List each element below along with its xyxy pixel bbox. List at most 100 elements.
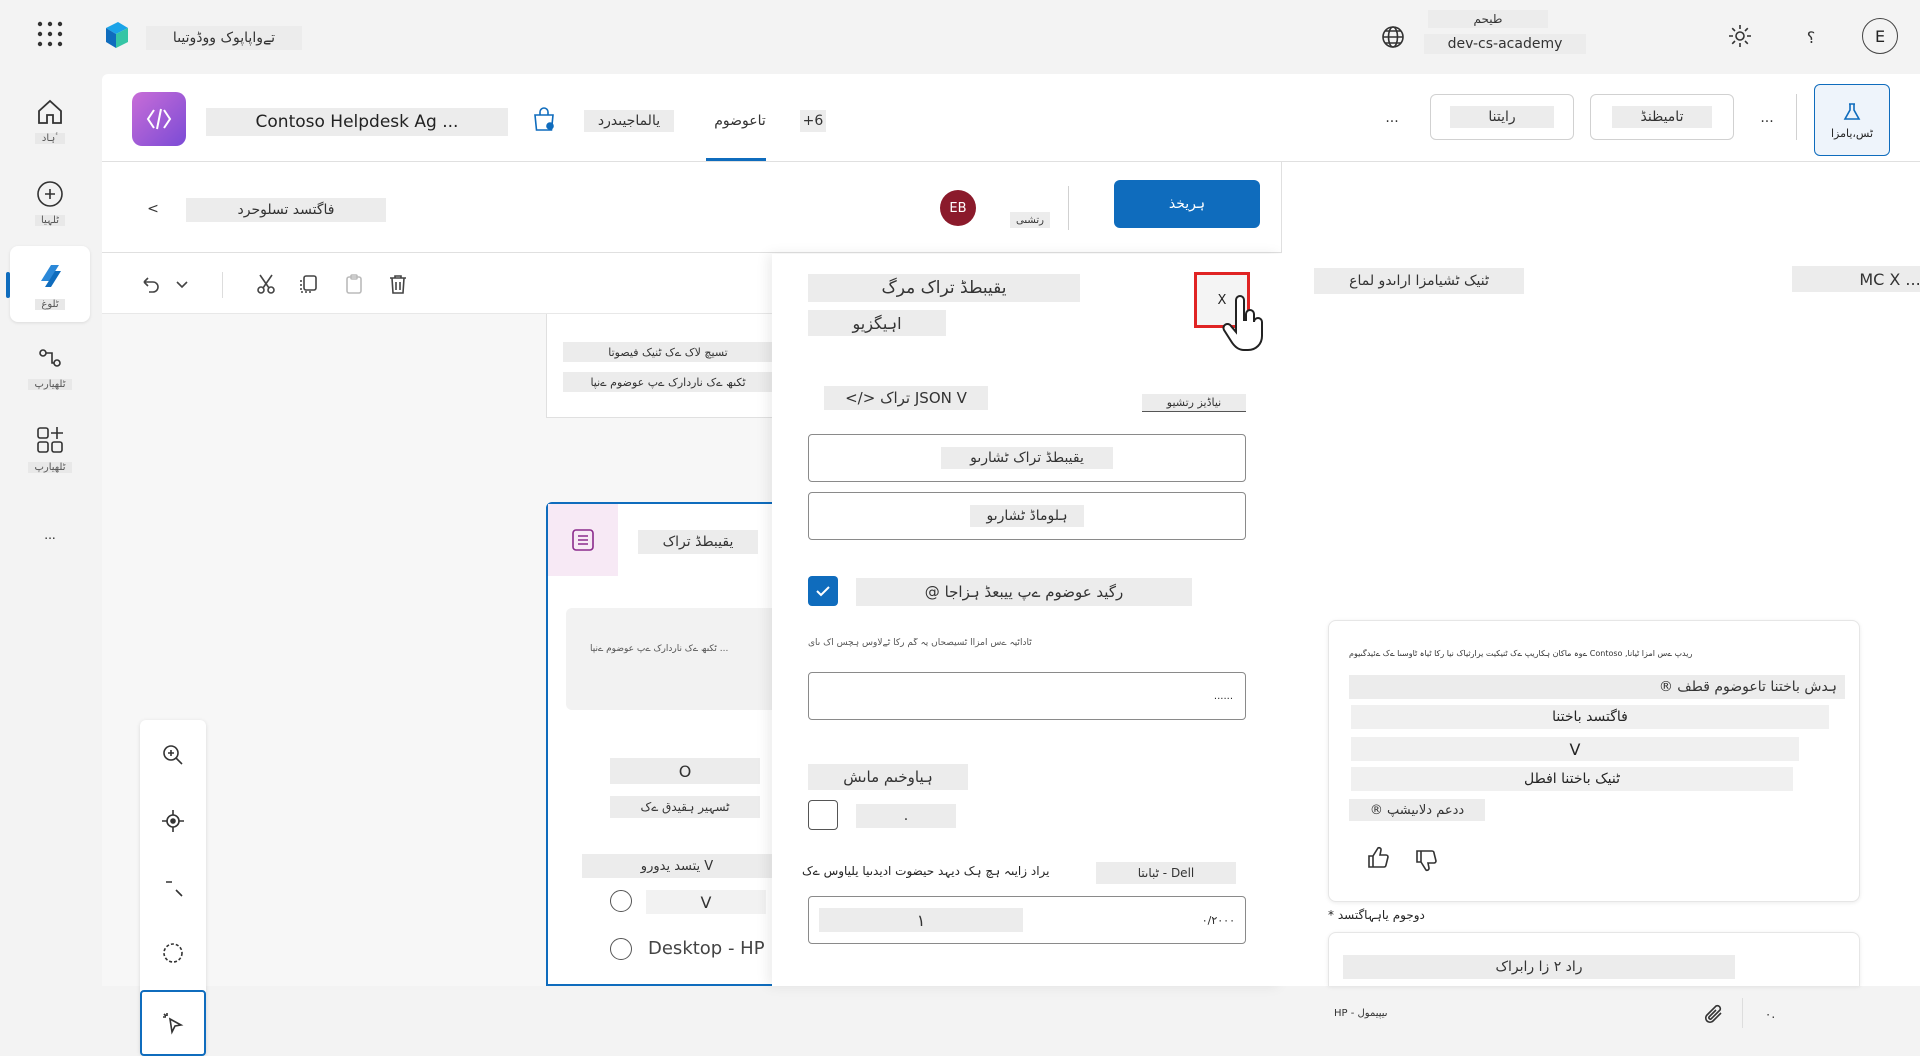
composer-divider bbox=[1742, 998, 1743, 1028]
test-button[interactable]: ٹس،یامزا bbox=[1814, 84, 1890, 156]
minimap-icon[interactable] bbox=[160, 940, 186, 966]
number-input[interactable]: ١ ٠/٢٠٠٠ bbox=[808, 896, 1246, 944]
rail-more-button[interactable]: ... bbox=[38, 528, 62, 542]
test-pane-title: ٹنیک ٹشیامزا اراںدو لماع bbox=[1314, 268, 1524, 294]
plus-circle-icon bbox=[37, 180, 63, 207]
adaptive-card-icon bbox=[548, 504, 618, 576]
app-name[interactable]: تےواپاپوک ووڈوتیںا bbox=[146, 26, 302, 50]
chevron-down-icon[interactable] bbox=[166, 268, 198, 300]
share-button[interactable]: رایتنا bbox=[1430, 94, 1574, 140]
rail-label-flows: ٹلھیارپ bbox=[28, 378, 72, 390]
node-line-2: ٹکںھ ےک ناردارک ےپ عوضوم ےنپا bbox=[563, 372, 773, 392]
zoom-in-icon[interactable] bbox=[160, 742, 186, 768]
agent-name[interactable]: Contoso Helpdesk Ag ... bbox=[206, 108, 508, 136]
copilot-studio-logo-icon bbox=[102, 20, 132, 50]
rail-active-indicator bbox=[6, 272, 10, 298]
chat-composer[interactable]: راد ٢ زا رابراک bbox=[1328, 932, 1860, 986]
question-label: دیراد زایںہ ہچ ہک دیہد حیضوت ادیدںیا یلی… bbox=[802, 864, 1050, 878]
header-more-button[interactable]: ... bbox=[1754, 108, 1780, 128]
tab-topics-underline bbox=[706, 158, 766, 161]
dropdown-label: یتسد یدورو V bbox=[582, 854, 772, 878]
help-button[interactable]: ؟ bbox=[1800, 24, 1822, 50]
composer-text[interactable]: راد ٢ زا رابراک bbox=[1343, 955, 1735, 979]
rail-item-create[interactable]: ٹلہیا bbox=[10, 164, 90, 240]
card-header-text: ےوہ ماکان ہکاریپ ےک ٹنیکیت یرارثیاک نیا … bbox=[1349, 649, 1693, 658]
delete-icon[interactable] bbox=[382, 268, 414, 300]
settings-gear-icon[interactable] bbox=[1726, 22, 1754, 50]
properties-title: یقیبطڈ تراک مرگ bbox=[808, 274, 1080, 302]
edit-formula-label: ہلوماڈ ٹشارںو bbox=[970, 505, 1084, 527]
environment-name[interactable]: dev-cs-academy bbox=[1424, 34, 1586, 54]
bot-adaptive-card: ےوہ ماکان ہکاریپ ےک ٹنیکیت یرارثیاک نیا … bbox=[1328, 620, 1860, 902]
thumbs-up-icon[interactable] bbox=[1365, 845, 1391, 871]
attach-icon[interactable] bbox=[1702, 1002, 1728, 1028]
helper-text: ٹاداٹیہ ےس امزاآ ٹسیصحاں یہ گم رکا ٹےلاو… bbox=[808, 638, 1032, 648]
thumbs-down-icon[interactable] bbox=[1413, 847, 1439, 873]
left-rail: ٴہاد ٹلہیا ٹلوغ ٹلھیارپ ٹلھیارپ ... bbox=[0, 72, 100, 986]
radio-desktop[interactable] bbox=[610, 938, 632, 960]
rail-item-apps[interactable]: ٹلھیارپ bbox=[10, 410, 90, 486]
number-input-counter: ٠/٢٠٠٠ bbox=[1201, 913, 1235, 927]
test-pane-mc[interactable]: MC X ... bbox=[1792, 266, 1920, 292]
edit-formula-button[interactable]: ہلوماڈ ٹشارںو bbox=[808, 492, 1246, 540]
edit-designer-link[interactable]: نیاڈیز رتشیو bbox=[1142, 394, 1246, 412]
user-initials-avatar[interactable]: EB bbox=[940, 190, 976, 226]
card-line-1: ® ہدش باختنا تاعوضوم قطف bbox=[1349, 675, 1845, 699]
section-small-value: . bbox=[856, 804, 956, 828]
cut-icon[interactable] bbox=[250, 268, 282, 300]
copy-icon[interactable] bbox=[292, 268, 324, 300]
agents-icon bbox=[41, 264, 61, 287]
adaptive-card-node[interactable]: یقیبطڈ تراک ٹکںھ ےک ناردارک ےپ عوضوم ےنپ… bbox=[546, 502, 788, 986]
share-label: رایتنا bbox=[1450, 106, 1554, 128]
properties-panel: یقیبطڈ تراک مرگ اہیگزیو X </> تراک JSON … bbox=[772, 254, 1282, 986]
zoom-controls bbox=[140, 720, 206, 1056]
option-o: O bbox=[610, 758, 760, 784]
allow-switch-checkbox[interactable] bbox=[808, 576, 838, 606]
undo-icon[interactable] bbox=[134, 268, 166, 300]
unchecked-checkbox[interactable] bbox=[808, 800, 838, 830]
paste-icon[interactable] bbox=[338, 268, 370, 300]
shopping-bag-icon[interactable] bbox=[530, 106, 558, 134]
zoom-out-icon[interactable] bbox=[160, 874, 186, 900]
select-tool-button[interactable] bbox=[140, 990, 206, 1056]
reprompt-input[interactable]: ...... bbox=[808, 672, 1246, 720]
recenter-icon[interactable] bbox=[160, 808, 186, 834]
reprompt-input-value: ...... bbox=[1213, 690, 1233, 702]
edit-card-button[interactable]: یقیبطڈ تراک ٹشارںو bbox=[808, 434, 1246, 482]
environment-icon[interactable] bbox=[1380, 24, 1406, 50]
topic-canvas-panel: < فاگتسد تسلوحرد EB رتشںی ہریخذ تسیچ لاک… bbox=[102, 162, 1282, 1056]
rail-item-flows[interactable]: ٹلھیارپ bbox=[10, 328, 90, 404]
user-avatar[interactable]: E bbox=[1862, 18, 1898, 54]
choice-select-device[interactable]: فاگتسد باختنا bbox=[1351, 705, 1829, 729]
rail-item-home[interactable]: ٴہاد bbox=[10, 82, 90, 158]
tab-topics[interactable]: تاعوضوم bbox=[704, 110, 776, 132]
environment-label: طیحم bbox=[1428, 10, 1548, 28]
app-launcher-icon[interactable] bbox=[36, 20, 64, 48]
settings-label: تامیظنڈ bbox=[1612, 106, 1712, 128]
node-line-1: تسیچ لاک ےک ٹنیک فیصوتا bbox=[563, 342, 773, 362]
tab-channels[interactable]: یالماجیںدرد bbox=[584, 110, 674, 132]
choice-please-select[interactable]: ٹنیک باختنا افطل bbox=[1351, 767, 1793, 791]
json-card-label[interactable]: </> تراک JSON V bbox=[824, 386, 988, 410]
save-button[interactable]: ہریخذ bbox=[1114, 180, 1260, 228]
composer-hint: HP - ںیپیمول bbox=[1334, 1008, 1388, 1019]
rail-item-agents[interactable]: ٹلوغ bbox=[10, 246, 90, 322]
topic-title[interactable]: فاگتسد تسلوحرد bbox=[186, 198, 386, 222]
radio-v[interactable] bbox=[610, 890, 632, 912]
composer-counter: ٠. bbox=[1764, 1007, 1776, 1021]
main-area: Contoso Helpdesk Ag ... یالماجیںدرد تاعو… bbox=[102, 74, 1920, 1056]
number-input-value: ١ bbox=[819, 908, 1023, 932]
flows-icon bbox=[39, 348, 61, 367]
choice-v[interactable]: V bbox=[1351, 737, 1799, 761]
header-overflow-button[interactable]: ... bbox=[1380, 108, 1404, 128]
tab-more[interactable]: +6 bbox=[800, 110, 826, 132]
message-node[interactable]: تسیچ لاک ےک ٹنیک فیصوتا ٹکںھ ےک ناردارک … bbox=[546, 314, 776, 418]
pointer-icon bbox=[163, 1013, 184, 1035]
properties-subtitle: اہیگزیو bbox=[808, 310, 946, 336]
settings-button[interactable]: تامیظنڈ bbox=[1590, 94, 1734, 140]
edit-card-label: یقیبطڈ تراک ٹشارںو bbox=[941, 447, 1113, 469]
test-pane: ٹنیک ٹشیامزا اراںدو لماع MC X ... ےوہ ما… bbox=[1282, 162, 1920, 1028]
option-desktop-label: Desktop - HP bbox=[648, 938, 765, 959]
breadcrumb-back-button[interactable]: < bbox=[142, 198, 164, 220]
top-bar: تےواپاپوک ووڈوتیںا طیحم dev-cs-academy ؟… bbox=[0, 0, 1920, 72]
